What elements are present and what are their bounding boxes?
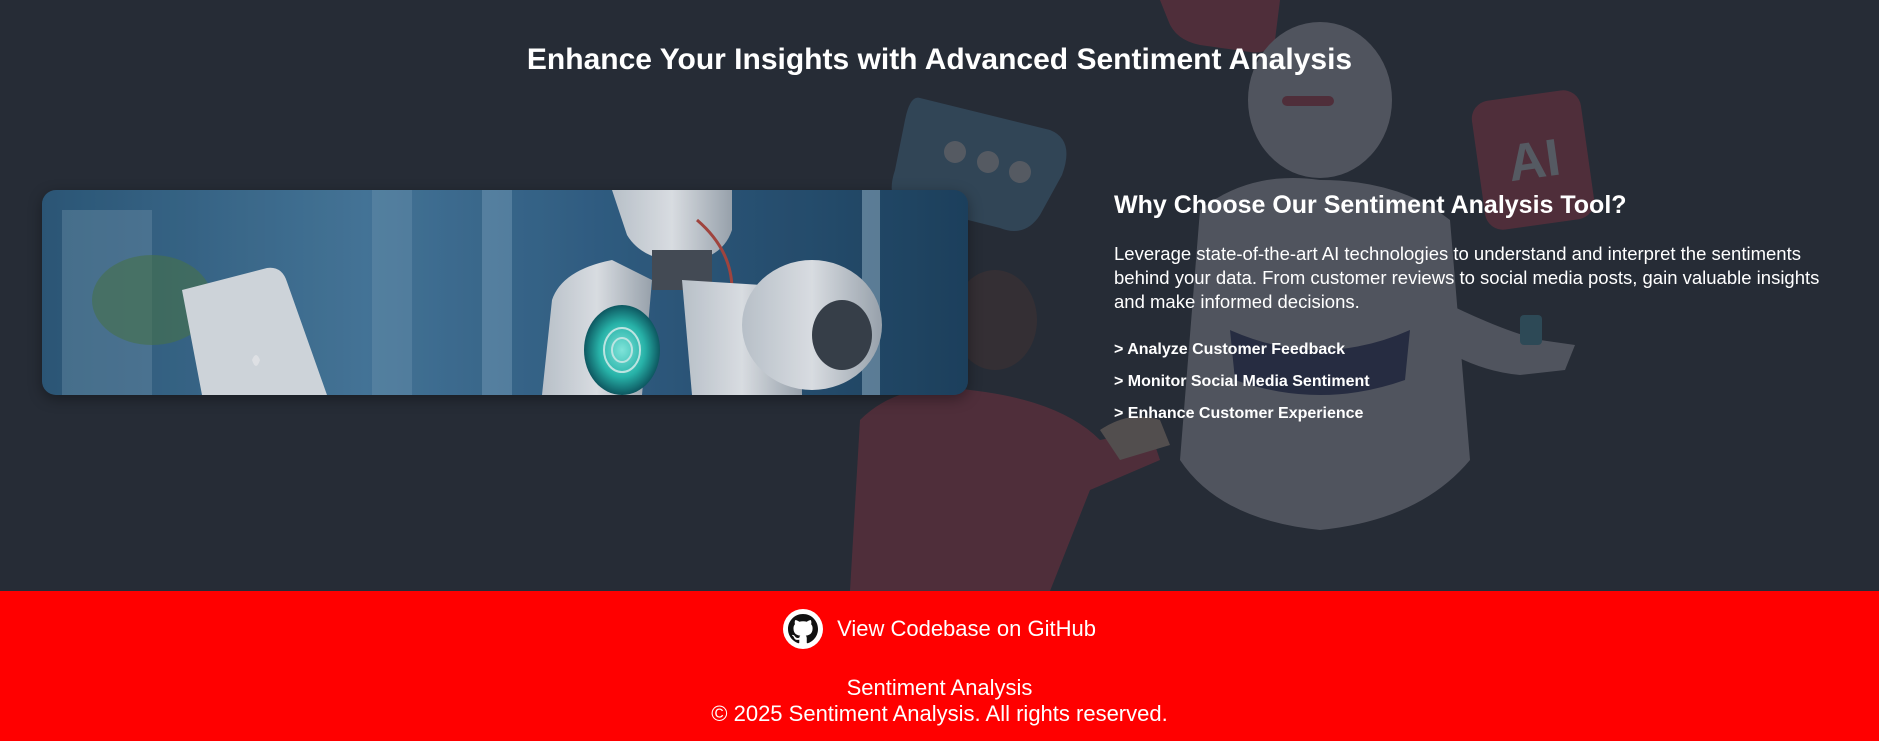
feature-item-enhance-experience: > Enhance Customer Experience (1114, 405, 1364, 422)
hero-robot-image (42, 190, 968, 395)
info-panel: Why Choose Our Sentiment Analysis Tool? … (1114, 188, 1834, 436)
footer: View Codebase on GitHub Sentiment Analys… (0, 591, 1879, 741)
footer-brand: Sentiment Analysis (846, 675, 1033, 700)
page: AI Enhance Your Insights with Advanced S… (0, 0, 1879, 741)
github-link[interactable]: View Codebase on GitHub (0, 609, 1879, 649)
hero-section: Enhance Your Insights with Advanced Sent… (0, 0, 1879, 591)
feature-item-monitor-social: > Monitor Social Media Sentiment (1114, 373, 1370, 390)
info-title: Why Choose Our Sentiment Analysis Tool? (1114, 191, 1627, 219)
page-title: Enhance Your Insights with Advanced Sent… (526, 43, 1353, 76)
feature-list: > Analyze Customer Feedback > Monitor So… (1114, 340, 1834, 424)
info-description: Leverage state-of-the-art AI technologie… (1114, 243, 1820, 312)
footer-copyright: © 2025 Sentiment Analysis. All rights re… (711, 701, 1168, 726)
github-link-label: View Codebase on GitHub (837, 616, 1096, 641)
feature-item-analyze-feedback: > Analyze Customer Feedback (1114, 341, 1346, 358)
github-icon (783, 609, 824, 649)
